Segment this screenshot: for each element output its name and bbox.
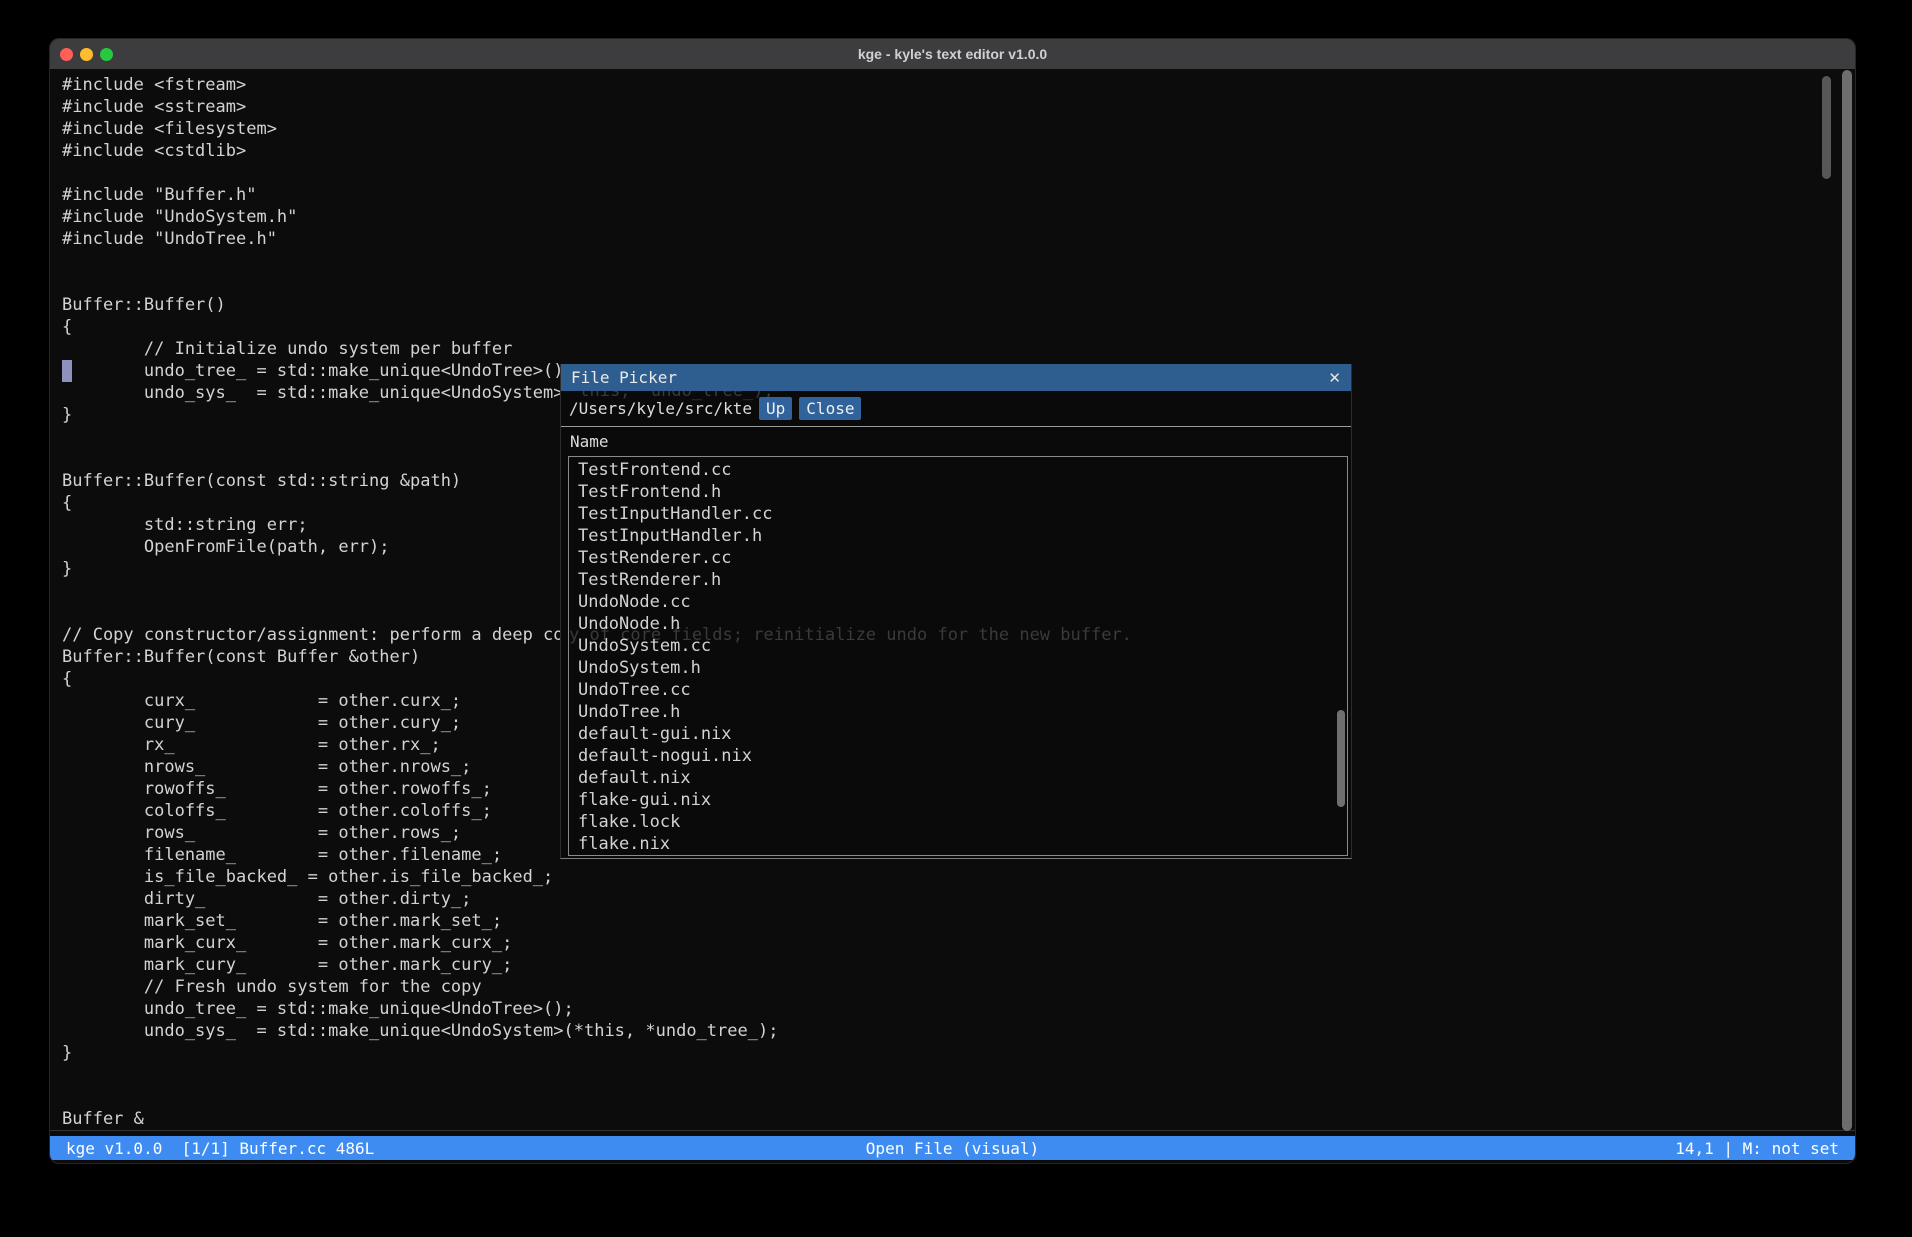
- code-line: [62, 272, 1855, 294]
- code-line: {: [62, 316, 1855, 338]
- file-list-items: TestFrontend.ccTestFrontend.hTestInputHa…: [569, 459, 1347, 855]
- name-column-header: Name: [561, 426, 1351, 456]
- minimize-window-button[interactable]: [80, 48, 93, 61]
- code-line: // Fresh undo system for the copy: [62, 976, 1855, 998]
- status-left: kge v1.0.0 [1/1] Buffer.cc 486L: [66, 1139, 374, 1158]
- file-picker-titlebar[interactable]: File Picker ✕: [561, 364, 1351, 391]
- file-list-item[interactable]: flake-gui.nix: [569, 789, 1347, 811]
- code-line: undo_sys_ = std::make_unique<UndoSystem>…: [62, 1020, 1855, 1042]
- code-line: dirty_ = other.dirty_;: [62, 888, 1855, 910]
- file-list-item[interactable]: TestInputHandler.h: [569, 525, 1347, 547]
- status-bar: Open File (visual) kge v1.0.0 [1/1] Buff…: [50, 1136, 1855, 1160]
- code-line: // Initialize undo system per buffer: [62, 338, 1855, 360]
- code-line: [62, 1064, 1855, 1086]
- file-list-item[interactable]: flake.nix: [569, 833, 1347, 855]
- code-line: }: [62, 1042, 1855, 1064]
- file-list-item[interactable]: UndoSystem.cc: [569, 635, 1347, 657]
- status-right: 14,1 | M: not set: [1675, 1139, 1839, 1158]
- file-list-item[interactable]: flake.lock: [569, 811, 1347, 833]
- file-list-item[interactable]: UndoNode.cc: [569, 591, 1347, 613]
- code-line: mark_cury_ = other.mark_cury_;: [62, 954, 1855, 976]
- code-line: #include <fstream>: [62, 74, 1855, 96]
- window-scrollbar-track[interactable]: [1842, 70, 1852, 1131]
- file-list: TestFrontend.ccTestFrontend.hTestInputHa…: [568, 456, 1348, 856]
- window-title: kge - kyle's text editor v1.0.0: [50, 46, 1855, 62]
- close-button[interactable]: Close: [799, 397, 861, 420]
- code-line: Buffer::Buffer(): [62, 294, 1855, 316]
- code-line: mark_curx_ = other.mark_curx_;: [62, 932, 1855, 954]
- file-list-item[interactable]: TestInputHandler.cc: [569, 503, 1347, 525]
- code-line: #include <filesystem>: [62, 118, 1855, 140]
- code-line: [62, 162, 1855, 184]
- code-line: #include <cstdlib>: [62, 140, 1855, 162]
- file-list-item[interactable]: UndoNode.h: [569, 613, 1347, 635]
- file-list-item[interactable]: TestRenderer.cc: [569, 547, 1347, 569]
- file-list-item[interactable]: UndoTree.cc: [569, 679, 1347, 701]
- editor-window: kge - kyle's text editor v1.0.0 #include…: [49, 38, 1856, 1164]
- text-cursor: [62, 360, 72, 382]
- file-list-item[interactable]: TestFrontend.h: [569, 481, 1347, 503]
- code-line: #include "Buffer.h": [62, 184, 1855, 206]
- file-list-item[interactable]: TestFrontend.cc: [569, 459, 1347, 481]
- editor-scrollbar-thumb[interactable]: [1822, 76, 1831, 179]
- file-list-item[interactable]: UndoSystem.h: [569, 657, 1347, 679]
- code-line: #include "UndoTree.h": [62, 228, 1855, 250]
- file-list-item[interactable]: default-gui.nix: [569, 723, 1347, 745]
- desktop: kge - kyle's text editor v1.0.0 #include…: [0, 0, 1912, 1237]
- code-line: #include <sstream>: [62, 96, 1855, 118]
- zoom-window-button[interactable]: [100, 48, 113, 61]
- file-picker-title: File Picker: [571, 364, 677, 391]
- dialog-close-icon[interactable]: ✕: [1328, 369, 1341, 387]
- code-line: [62, 250, 1855, 272]
- file-picker-dialog: *this, *undo_tree_); y of core fields; r…: [560, 364, 1352, 859]
- code-line: undo_tree_ = std::make_unique<UndoTree>(…: [62, 998, 1855, 1020]
- file-picker-path-row: /Users/kyle/src/kte Up Close: [561, 391, 1351, 426]
- code-line: is_file_backed_ = other.is_file_backed_;: [62, 866, 1855, 888]
- file-list-item[interactable]: UndoTree.h: [569, 701, 1347, 723]
- current-directory-path: /Users/kyle/src/kte: [569, 399, 752, 418]
- file-list-scrollbar-thumb[interactable]: [1337, 710, 1345, 807]
- traffic-lights: [60, 48, 113, 61]
- close-window-button[interactable]: [60, 48, 73, 61]
- file-list-item[interactable]: TestRenderer.h: [569, 569, 1347, 591]
- code-line: [62, 1086, 1855, 1108]
- code-line: mark_set_ = other.mark_set_;: [62, 910, 1855, 932]
- up-button[interactable]: Up: [759, 397, 792, 420]
- window-titlebar[interactable]: kge - kyle's text editor v1.0.0: [50, 39, 1855, 69]
- code-line: #include "UndoSystem.h": [62, 206, 1855, 228]
- file-list-item[interactable]: default.nix: [569, 767, 1347, 789]
- code-line: Buffer &: [62, 1108, 1855, 1130]
- file-list-item[interactable]: default-nogui.nix: [569, 745, 1347, 767]
